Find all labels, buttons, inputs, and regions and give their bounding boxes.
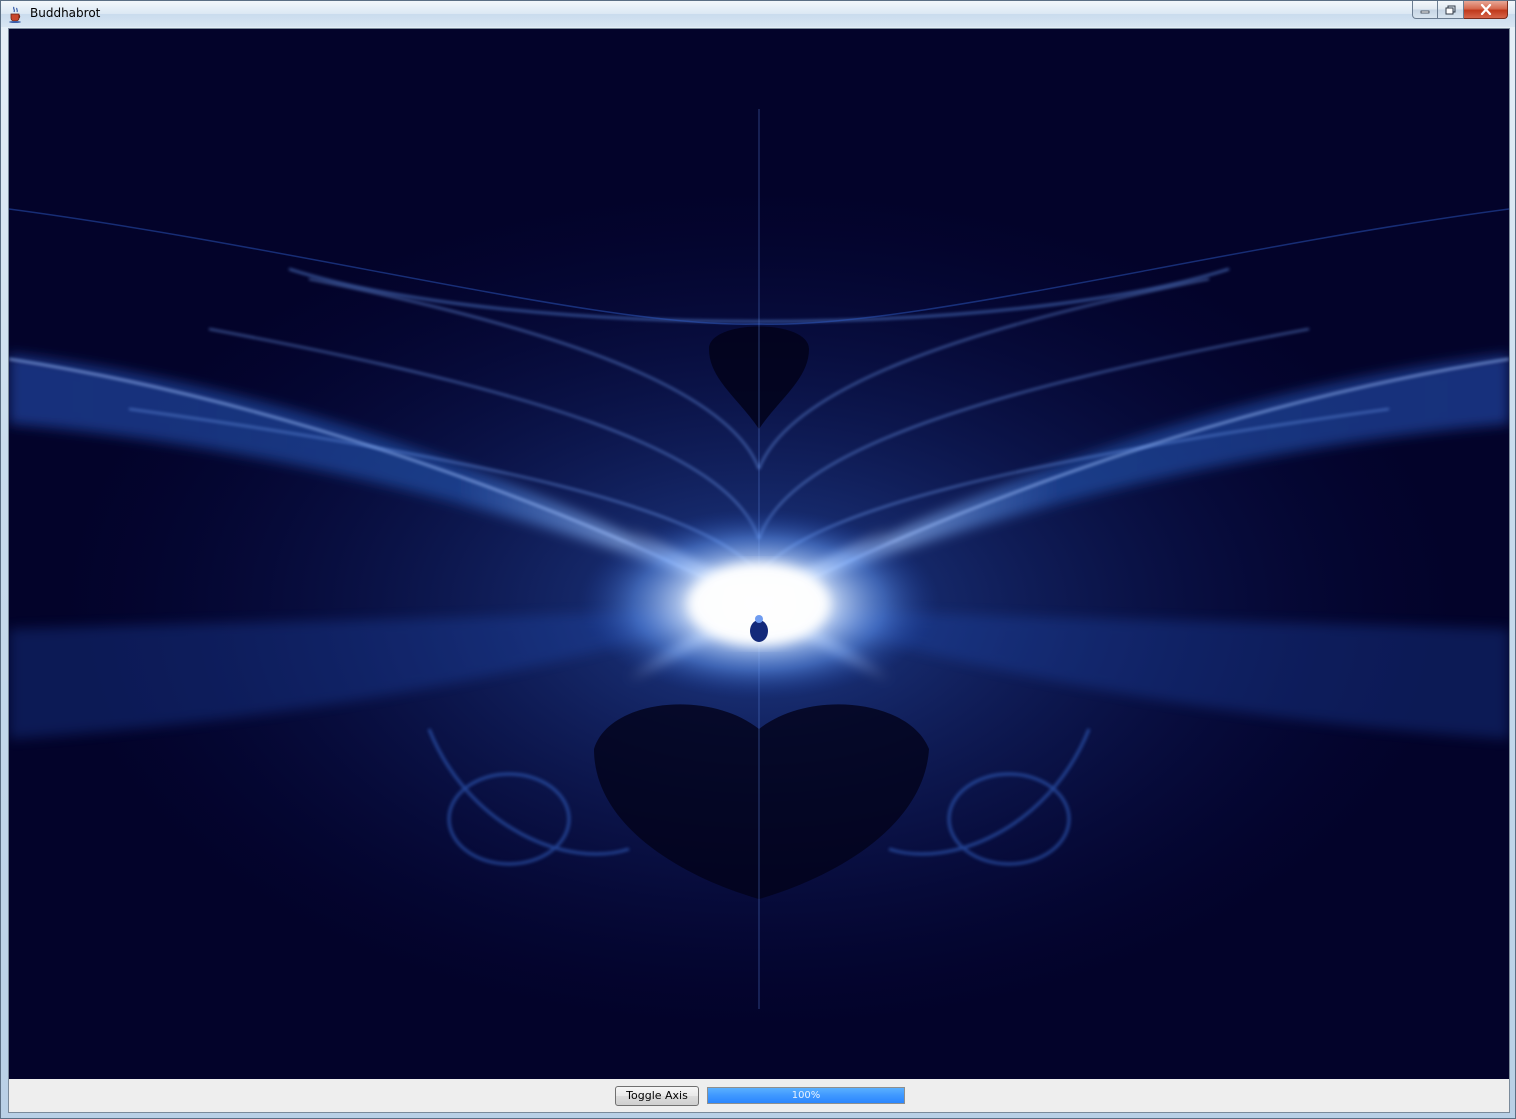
window-title: Buddhabrot xyxy=(30,6,101,20)
title-bar[interactable]: Buddhabrot xyxy=(1,1,1515,27)
minimize-button[interactable] xyxy=(1412,1,1438,19)
fractal-canvas[interactable] xyxy=(9,29,1509,1079)
close-icon xyxy=(1480,4,1491,15)
java-coffee-cup-icon xyxy=(7,5,25,23)
close-button[interactable] xyxy=(1464,1,1508,19)
minimize-icon xyxy=(1420,10,1430,13)
restore-icon xyxy=(1445,5,1456,14)
app-window: Buddhabrot Toggle Axis 100% xyxy=(0,0,1516,1119)
maximize-button[interactable] xyxy=(1438,1,1464,19)
buddhabrot-render xyxy=(9,29,1509,1079)
toggle-axis-button[interactable]: Toggle Axis xyxy=(615,1086,699,1106)
caption-buttons xyxy=(1412,1,1508,20)
progress-text: 100% xyxy=(791,1090,821,1101)
bottom-toolbar: Toggle Axis 100% xyxy=(9,1079,1509,1112)
render-progress-bar: 100% xyxy=(707,1087,905,1104)
client-area: Toggle Axis 100% xyxy=(8,28,1510,1113)
